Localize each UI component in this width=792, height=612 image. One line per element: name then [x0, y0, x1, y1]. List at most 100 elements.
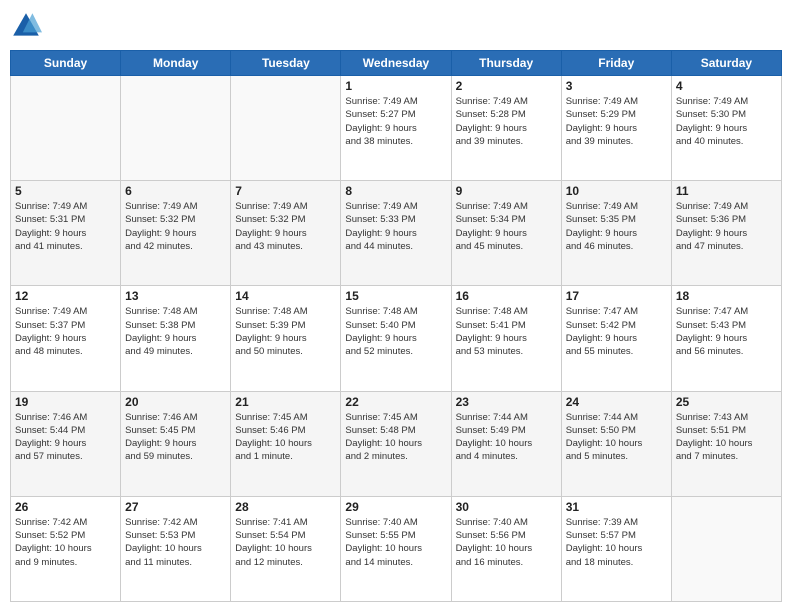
weekday-thursday: Thursday	[451, 51, 561, 76]
day-number: 24	[566, 395, 667, 409]
calendar-cell: 26 Sunrise: 7:42 AM Sunset: 5:52 PM Dayli…	[11, 496, 121, 601]
day-info: Sunrise: 7:48 AM Sunset: 5:39 PM Dayligh…	[235, 305, 336, 358]
day-number: 1	[345, 79, 446, 93]
day-info: Sunrise: 7:41 AM Sunset: 5:54 PM Dayligh…	[235, 516, 336, 569]
calendar-cell: 20 Sunrise: 7:46 AM Sunset: 5:45 PM Dayli…	[121, 391, 231, 496]
day-info: Sunrise: 7:40 AM Sunset: 5:55 PM Dayligh…	[345, 516, 446, 569]
day-number: 19	[15, 395, 116, 409]
day-info: Sunrise: 7:45 AM Sunset: 5:48 PM Dayligh…	[345, 411, 446, 464]
day-number: 30	[456, 500, 557, 514]
calendar-row-2: 12Sunrise: 7:49 AM Sunset: 5:37 PM Dayli…	[11, 286, 782, 391]
day-info: Sunrise: 7:49 AM Sunset: 5:36 PM Dayligh…	[676, 200, 777, 253]
day-info: Sunrise: 7:42 AM Sunset: 5:52 PM Dayligh…	[15, 516, 116, 569]
day-info: Sunrise: 7:49 AM Sunset: 5:30 PM Dayligh…	[676, 95, 777, 148]
calendar-cell: 4 Sunrise: 7:49 AM Sunset: 5:30 PM Daylig…	[671, 76, 781, 181]
calendar-cell: 9 Sunrise: 7:49 AM Sunset: 5:34 PM Daylig…	[451, 181, 561, 286]
day-number: 5	[15, 184, 116, 198]
weekday-saturday: Saturday	[671, 51, 781, 76]
calendar-cell: 2 Sunrise: 7:49 AM Sunset: 5:28 PM Daylig…	[451, 76, 561, 181]
day-number: 3	[566, 79, 667, 93]
calendar-cell: 29Sunrise: 7:40 AM Sunset: 5:55 PM Dayli…	[341, 496, 451, 601]
day-info: Sunrise: 7:47 AM Sunset: 5:43 PM Dayligh…	[676, 305, 777, 358]
day-number: 15	[345, 289, 446, 303]
day-info: Sunrise: 7:49 AM Sunset: 5:33 PM Dayligh…	[345, 200, 446, 253]
day-info: Sunrise: 7:48 AM Sunset: 5:41 PM Dayligh…	[456, 305, 557, 358]
day-info: Sunrise: 7:49 AM Sunset: 5:34 PM Dayligh…	[456, 200, 557, 253]
day-number: 7	[235, 184, 336, 198]
day-info: Sunrise: 7:47 AM Sunset: 5:42 PM Dayligh…	[566, 305, 667, 358]
calendar-cell: 1 Sunrise: 7:49 AM Sunset: 5:27 PM Daylig…	[341, 76, 451, 181]
calendar-cell: 18 Sunrise: 7:47 AM Sunset: 5:43 PM Dayli…	[671, 286, 781, 391]
day-number: 17	[566, 289, 667, 303]
day-number: 8	[345, 184, 446, 198]
day-number: 4	[676, 79, 777, 93]
day-number: 23	[456, 395, 557, 409]
day-info: Sunrise: 7:49 AM Sunset: 5:35 PM Dayligh…	[566, 200, 667, 253]
day-info: Sunrise: 7:42 AM Sunset: 5:53 PM Dayligh…	[125, 516, 226, 569]
day-info: Sunrise: 7:44 AM Sunset: 5:50 PM Dayligh…	[566, 411, 667, 464]
day-info: Sunrise: 7:40 AM Sunset: 5:56 PM Dayligh…	[456, 516, 557, 569]
calendar-cell: 31 Sunrise: 7:39 AM Sunset: 5:57 PM Dayli…	[561, 496, 671, 601]
day-info: Sunrise: 7:49 AM Sunset: 5:29 PM Dayligh…	[566, 95, 667, 148]
calendar-cell: 23 Sunrise: 7:44 AM Sunset: 5:49 PM Dayli…	[451, 391, 561, 496]
day-info: Sunrise: 7:49 AM Sunset: 5:31 PM Dayligh…	[15, 200, 116, 253]
calendar-cell: 28Sunrise: 7:41 AM Sunset: 5:54 PM Dayli…	[231, 496, 341, 601]
day-info: Sunrise: 7:48 AM Sunset: 5:40 PM Dayligh…	[345, 305, 446, 358]
day-number: 22	[345, 395, 446, 409]
weekday-wednesday: Wednesday	[341, 51, 451, 76]
day-info: Sunrise: 7:48 AM Sunset: 5:38 PM Dayligh…	[125, 305, 226, 358]
calendar-cell: 30 Sunrise: 7:40 AM Sunset: 5:56 PM Dayli…	[451, 496, 561, 601]
day-number: 26	[15, 500, 116, 514]
calendar-cell: 22 Sunrise: 7:45 AM Sunset: 5:48 PM Dayli…	[341, 391, 451, 496]
calendar-cell: 12Sunrise: 7:49 AM Sunset: 5:37 PM Dayli…	[11, 286, 121, 391]
day-info: Sunrise: 7:46 AM Sunset: 5:44 PM Dayligh…	[15, 411, 116, 464]
calendar-row-0: 1 Sunrise: 7:49 AM Sunset: 5:27 PM Daylig…	[11, 76, 782, 181]
weekday-monday: Monday	[121, 51, 231, 76]
day-info: Sunrise: 7:39 AM Sunset: 5:57 PM Dayligh…	[566, 516, 667, 569]
header	[10, 10, 782, 42]
calendar-cell: 14 Sunrise: 7:48 AM Sunset: 5:39 PM Dayli…	[231, 286, 341, 391]
calendar-row-4: 26 Sunrise: 7:42 AM Sunset: 5:52 PM Dayli…	[11, 496, 782, 601]
weekday-header-row: SundayMondayTuesdayWednesdayThursdayFrid…	[11, 51, 782, 76]
day-number: 10	[566, 184, 667, 198]
day-info: Sunrise: 7:49 AM Sunset: 5:28 PM Dayligh…	[456, 95, 557, 148]
day-number: 6	[125, 184, 226, 198]
day-number: 20	[125, 395, 226, 409]
calendar-cell: 25Sunrise: 7:43 AM Sunset: 5:51 PM Dayli…	[671, 391, 781, 496]
calendar-cell: 17 Sunrise: 7:47 AM Sunset: 5:42 PM Dayli…	[561, 286, 671, 391]
day-number: 31	[566, 500, 667, 514]
calendar-cell: 27 Sunrise: 7:42 AM Sunset: 5:53 PM Dayli…	[121, 496, 231, 601]
day-number: 9	[456, 184, 557, 198]
weekday-friday: Friday	[561, 51, 671, 76]
calendar-cell: 8 Sunrise: 7:49 AM Sunset: 5:33 PM Daylig…	[341, 181, 451, 286]
day-number: 2	[456, 79, 557, 93]
calendar-row-3: 19 Sunrise: 7:46 AM Sunset: 5:44 PM Dayli…	[11, 391, 782, 496]
page: SundayMondayTuesdayWednesdayThursdayFrid…	[0, 0, 792, 612]
day-info: Sunrise: 7:45 AM Sunset: 5:46 PM Dayligh…	[235, 411, 336, 464]
day-number: 14	[235, 289, 336, 303]
day-info: Sunrise: 7:46 AM Sunset: 5:45 PM Dayligh…	[125, 411, 226, 464]
calendar-cell: 21Sunrise: 7:45 AM Sunset: 5:46 PM Dayli…	[231, 391, 341, 496]
calendar-cell	[231, 76, 341, 181]
day-info: Sunrise: 7:49 AM Sunset: 5:32 PM Dayligh…	[125, 200, 226, 253]
calendar-cell: 5 Sunrise: 7:49 AM Sunset: 5:31 PM Daylig…	[11, 181, 121, 286]
logo	[10, 10, 46, 42]
calendar-cell: 11 Sunrise: 7:49 AM Sunset: 5:36 PM Dayli…	[671, 181, 781, 286]
day-number: 18	[676, 289, 777, 303]
day-info: Sunrise: 7:43 AM Sunset: 5:51 PM Dayligh…	[676, 411, 777, 464]
calendar-cell: 10 Sunrise: 7:49 AM Sunset: 5:35 PM Dayli…	[561, 181, 671, 286]
day-number: 12	[15, 289, 116, 303]
calendar-cell: 7Sunrise: 7:49 AM Sunset: 5:32 PM Daylig…	[231, 181, 341, 286]
day-info: Sunrise: 7:44 AM Sunset: 5:49 PM Dayligh…	[456, 411, 557, 464]
day-number: 11	[676, 184, 777, 198]
calendar-cell	[11, 76, 121, 181]
calendar-cell: 19 Sunrise: 7:46 AM Sunset: 5:44 PM Dayli…	[11, 391, 121, 496]
day-info: Sunrise: 7:49 AM Sunset: 5:27 PM Dayligh…	[345, 95, 446, 148]
calendar-cell: 6 Sunrise: 7:49 AM Sunset: 5:32 PM Daylig…	[121, 181, 231, 286]
day-number: 27	[125, 500, 226, 514]
weekday-tuesday: Tuesday	[231, 51, 341, 76]
calendar-cell: 3 Sunrise: 7:49 AM Sunset: 5:29 PM Daylig…	[561, 76, 671, 181]
calendar-cell	[671, 496, 781, 601]
weekday-sunday: Sunday	[11, 51, 121, 76]
calendar-cell: 15 Sunrise: 7:48 AM Sunset: 5:40 PM Dayli…	[341, 286, 451, 391]
